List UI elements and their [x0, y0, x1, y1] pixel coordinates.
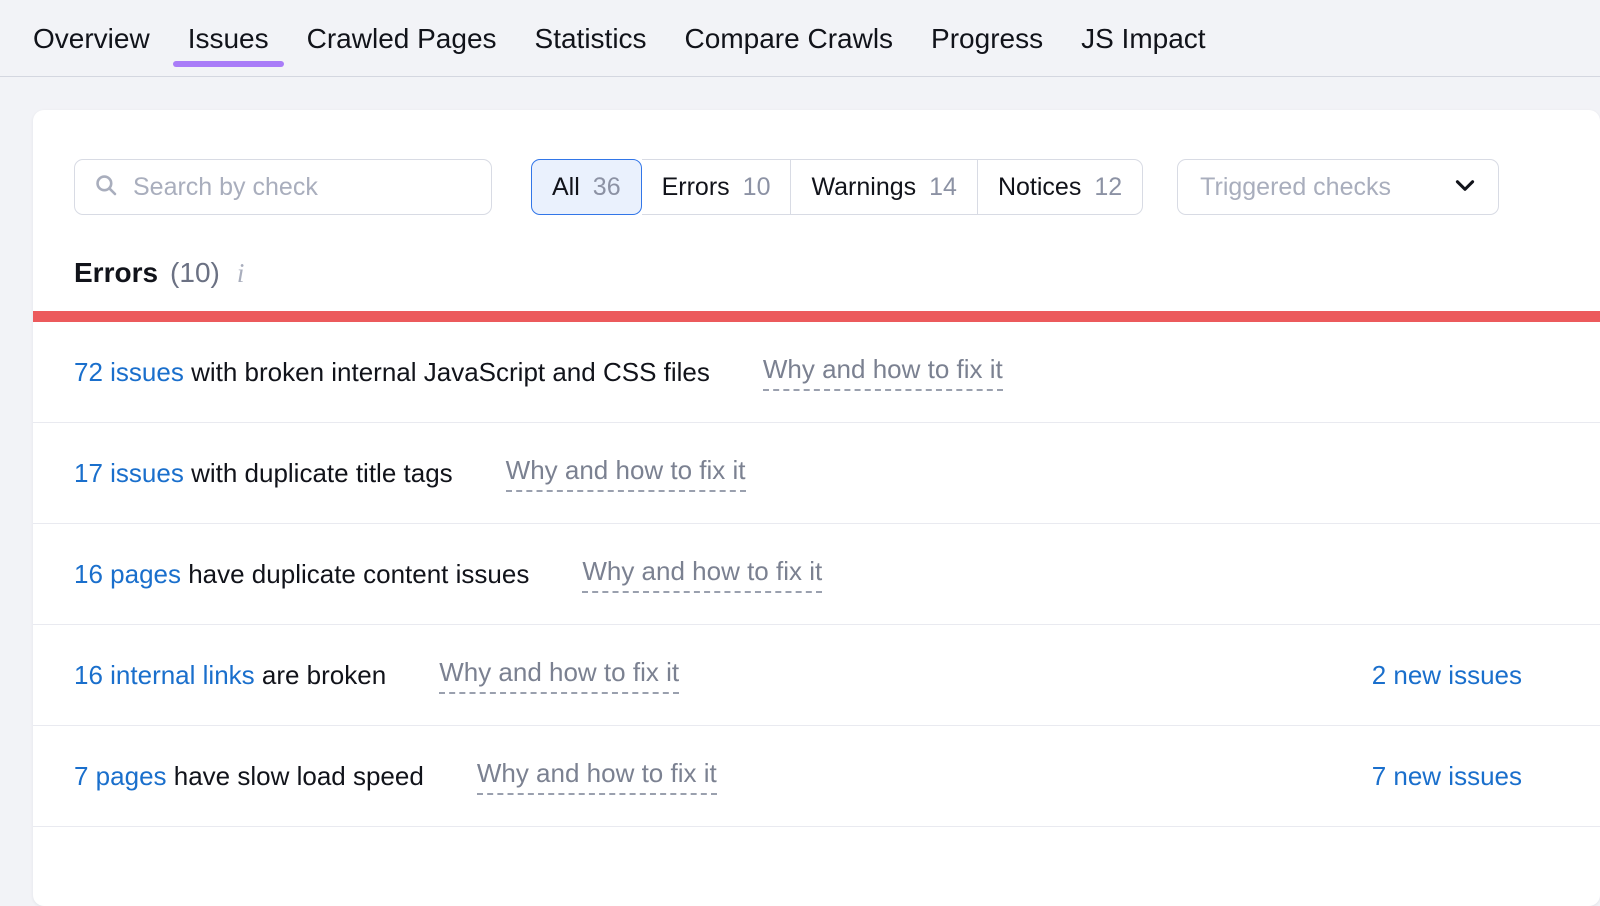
search-icon — [93, 172, 119, 203]
issue-text: have slow load speed — [167, 761, 424, 791]
main-tab-bar: Overview Issues Crawled Pages Statistics… — [0, 0, 1600, 77]
tab-statistics[interactable]: Statistics — [516, 0, 666, 77]
tab-issues[interactable]: Issues — [169, 0, 288, 77]
dropdown-label: Triggered checks — [1200, 173, 1391, 202]
table-row[interactable]: 17 issues with duplicate title tags Why … — [33, 423, 1600, 524]
issue-text: with broken internal JavaScript and CSS … — [184, 357, 710, 387]
filter-all[interactable]: All 36 — [531, 159, 642, 215]
table-row[interactable]: 16 internal links are broken Why and how… — [33, 625, 1600, 726]
issue-description: 7 pages have slow load speed — [74, 761, 424, 792]
chevron-down-icon — [1452, 172, 1478, 203]
tab-progress[interactable]: Progress — [912, 0, 1062, 77]
tab-label: Compare Crawls — [685, 23, 894, 55]
search-input[interactable] — [133, 173, 473, 202]
issue-count-link[interactable]: 72 issues — [74, 357, 184, 387]
tab-compare-crawls[interactable]: Compare Crawls — [666, 0, 913, 77]
errors-section-heading: Errors (10) i — [33, 223, 1600, 311]
why-and-how-to-fix-link[interactable]: Why and how to fix it — [439, 657, 679, 694]
filter-count: 12 — [1094, 173, 1122, 202]
tab-js-impact[interactable]: JS Impact — [1062, 0, 1224, 77]
section-count: (10) — [170, 257, 220, 289]
tab-overview[interactable]: Overview — [33, 0, 169, 77]
tab-label: JS Impact — [1081, 23, 1205, 55]
table-row[interactable]: 7 pages have slow load speed Why and how… — [33, 726, 1600, 827]
info-icon[interactable]: i — [237, 258, 245, 289]
filter-errors[interactable]: Errors 10 — [642, 159, 792, 215]
new-issues-link[interactable]: 2 new issues — [1372, 660, 1559, 691]
tab-label: Crawled Pages — [307, 23, 497, 55]
filter-label: Notices — [998, 173, 1081, 202]
filter-label: Errors — [662, 173, 730, 202]
issue-text: with duplicate title tags — [184, 458, 453, 488]
filter-count: 36 — [593, 173, 621, 202]
issue-description: 16 pages have duplicate content issues — [74, 559, 529, 590]
filter-count: 14 — [929, 173, 957, 202]
tab-label: Progress — [931, 23, 1043, 55]
severity-filter-group: All 36 Errors 10 Warnings 14 Notices 12 — [531, 159, 1143, 215]
issue-description: 72 issues with broken internal JavaScrip… — [74, 357, 710, 388]
why-and-how-to-fix-link[interactable]: Why and how to fix it — [763, 354, 1003, 391]
search-field[interactable] — [74, 159, 492, 215]
issue-text: are broken — [255, 660, 387, 690]
issue-text: have duplicate content issues — [181, 559, 529, 589]
tab-crawled-pages[interactable]: Crawled Pages — [288, 0, 516, 77]
new-issues-link[interactable]: 7 new issues — [1372, 761, 1559, 792]
issue-count-link[interactable]: 7 pages — [74, 761, 167, 791]
filter-count: 10 — [743, 173, 771, 202]
filter-label: Warnings — [811, 173, 916, 202]
filters-toolbar: All 36 Errors 10 Warnings 14 Notices 12 … — [33, 110, 1600, 223]
error-severity-bar — [33, 311, 1600, 322]
filter-notices[interactable]: Notices 12 — [978, 159, 1143, 215]
issue-count-link[interactable]: 16 pages — [74, 559, 181, 589]
why-and-how-to-fix-link[interactable]: Why and how to fix it — [582, 556, 822, 593]
tab-label: Issues — [188, 23, 269, 55]
tab-label: Statistics — [535, 23, 647, 55]
issues-card: All 36 Errors 10 Warnings 14 Notices 12 … — [33, 110, 1600, 906]
section-title: Errors — [74, 257, 158, 289]
issue-description: 16 internal links are broken — [74, 660, 386, 691]
why-and-how-to-fix-link[interactable]: Why and how to fix it — [506, 455, 746, 492]
filter-warnings[interactable]: Warnings 14 — [791, 159, 977, 215]
filter-label: All — [552, 173, 580, 202]
tab-label: Overview — [33, 23, 150, 55]
table-row[interactable]: 72 issues with broken internal JavaScrip… — [33, 322, 1600, 423]
issue-count-link[interactable]: 17 issues — [74, 458, 184, 488]
table-row[interactable]: 16 pages have duplicate content issues W… — [33, 524, 1600, 625]
issue-count-link[interactable]: 16 internal links — [74, 660, 255, 690]
triggered-checks-dropdown[interactable]: Triggered checks — [1177, 159, 1499, 215]
issue-description: 17 issues with duplicate title tags — [74, 458, 453, 489]
why-and-how-to-fix-link[interactable]: Why and how to fix it — [477, 758, 717, 795]
